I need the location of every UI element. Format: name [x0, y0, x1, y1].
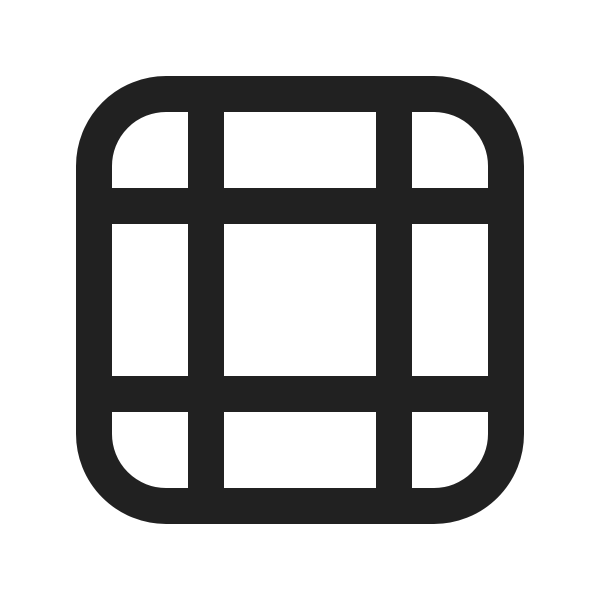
grid-3x3-icon — [0, 0, 600, 600]
grid-horizontal-line-top — [94, 188, 506, 224]
grid-horizontal-line-bottom — [94, 376, 506, 412]
grid-vertical-line-right — [376, 94, 412, 506]
grid-outer-frame — [76, 76, 524, 524]
grid-icon-svg — [76, 76, 524, 524]
icon-canvas — [0, 0, 600, 600]
grid-vertical-line-left — [188, 94, 224, 506]
